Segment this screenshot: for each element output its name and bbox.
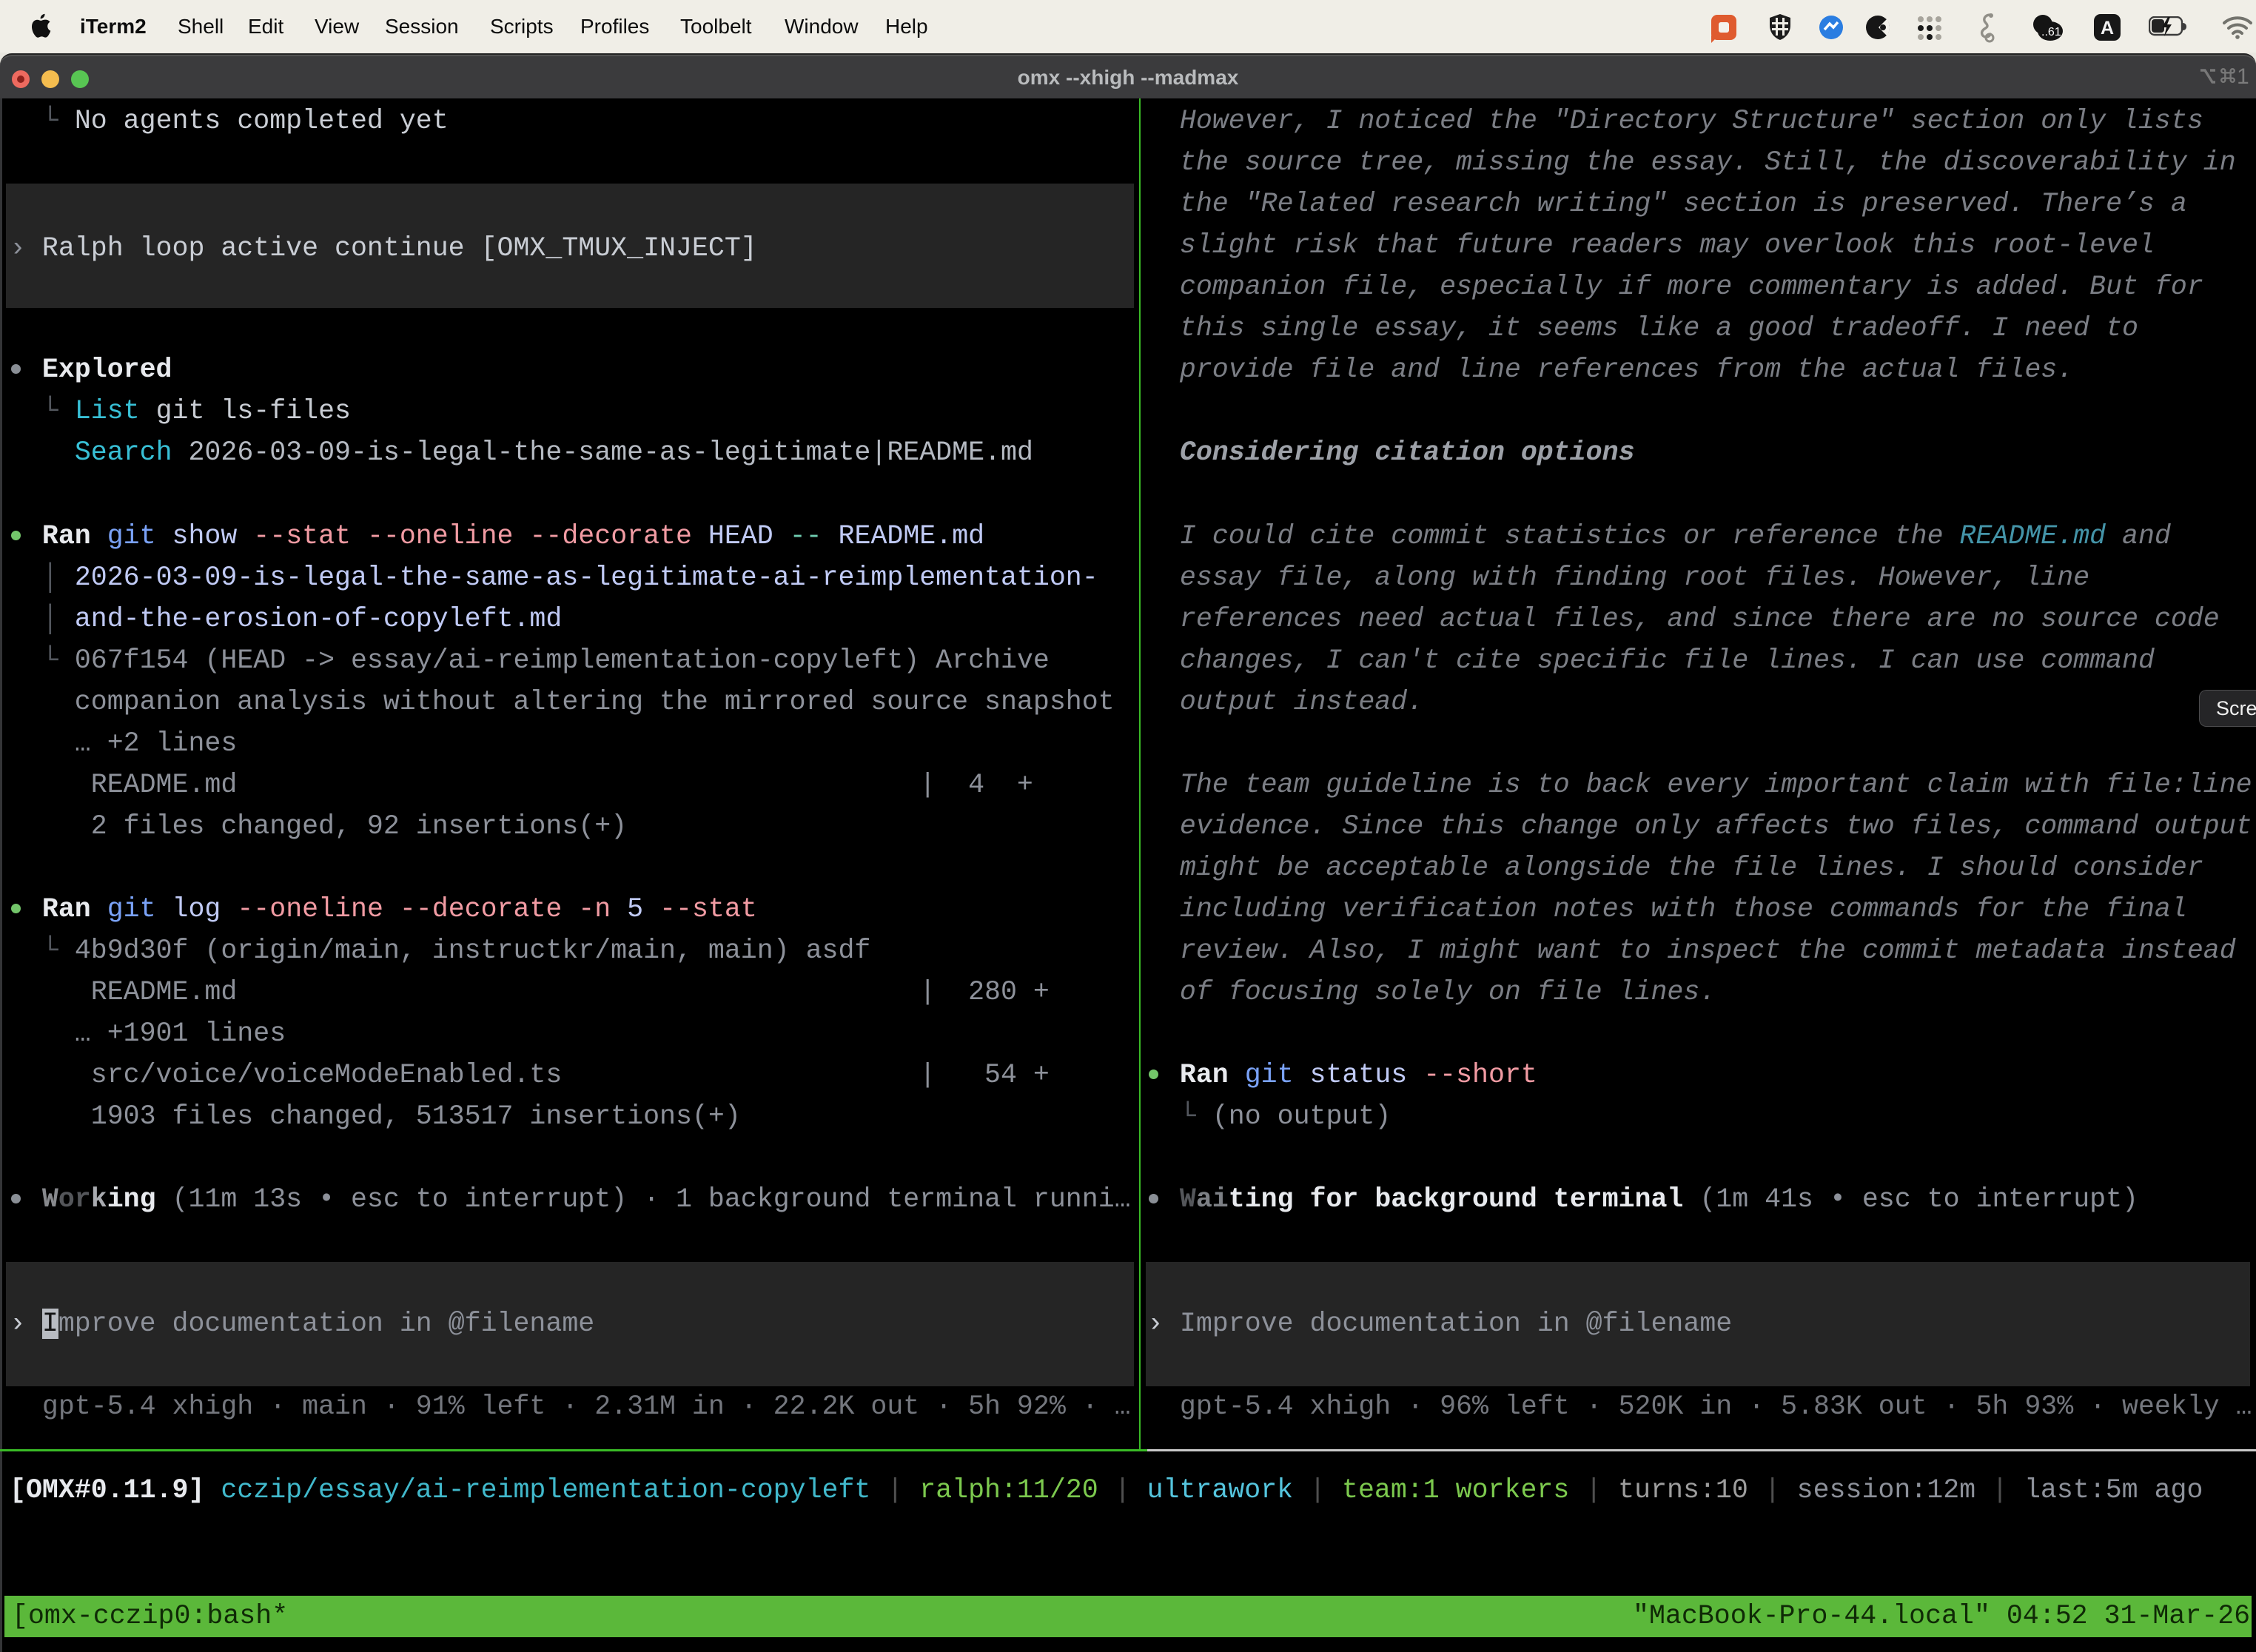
svg-text:..61: ..61 [2041,26,2061,38]
